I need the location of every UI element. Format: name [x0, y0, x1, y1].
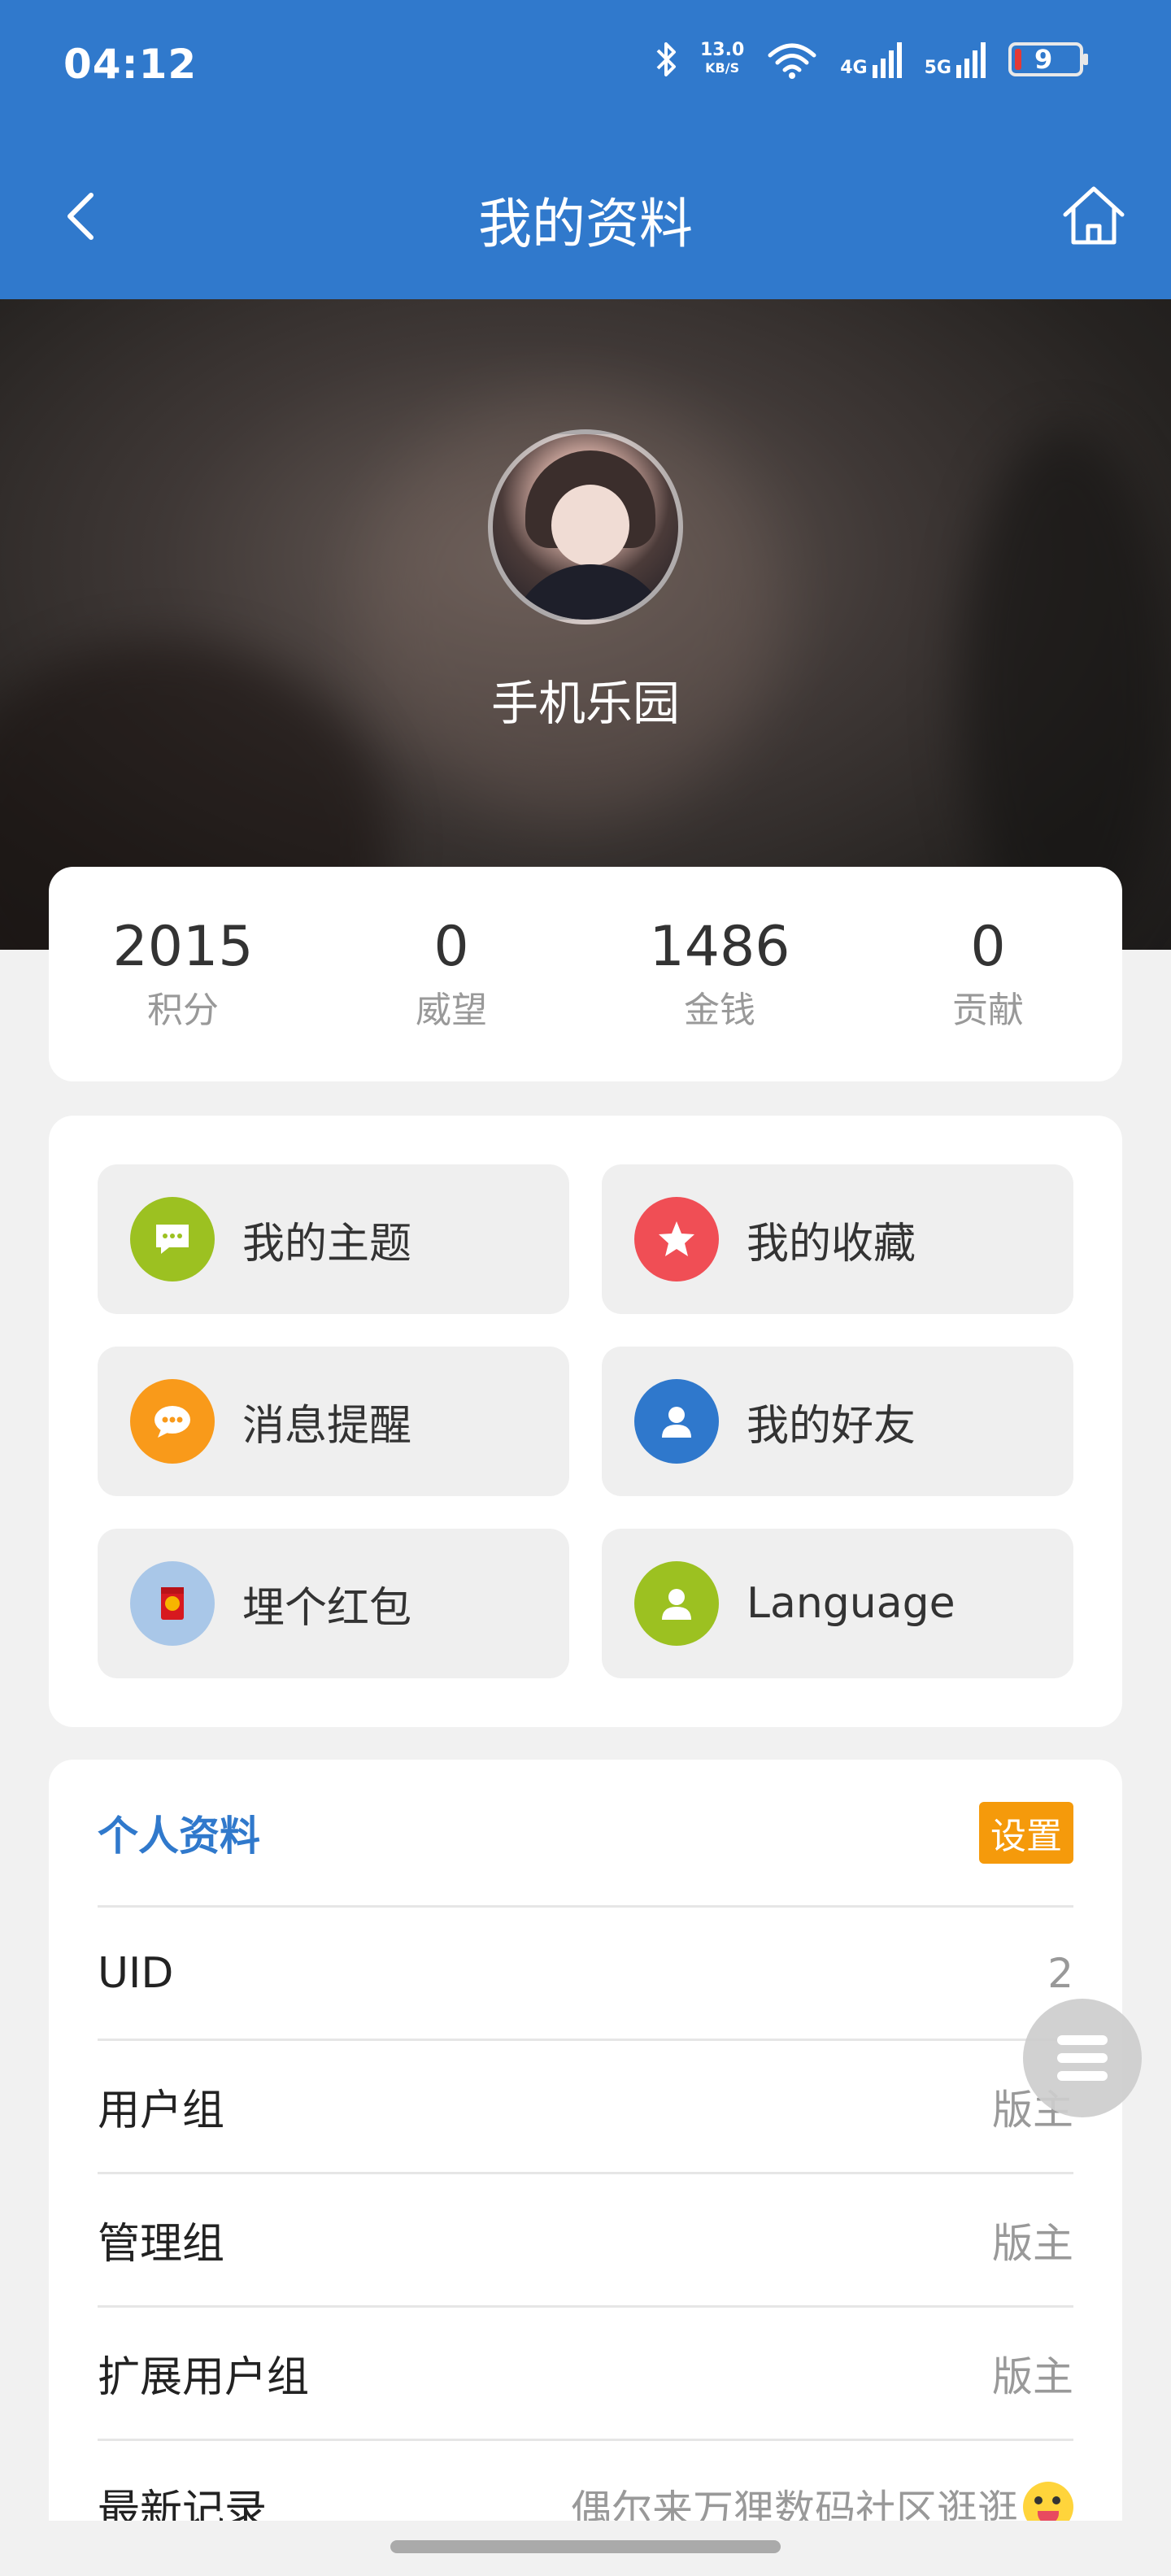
- nav-bar: 我的资料: [0, 163, 1171, 268]
- stat-prestige: 0 威望: [317, 916, 586, 1033]
- avatar[interactable]: [488, 429, 683, 624]
- info-row-extended-group: 扩展用户组 版主: [98, 2308, 1073, 2441]
- stats-card: 2015 积分 0 威望 1486 金钱 0 贡献: [49, 867, 1122, 1081]
- home-indicator[interactable]: [390, 2540, 781, 2553]
- avatar-body: [509, 564, 672, 620]
- info-key: 管理组: [98, 2220, 225, 2269]
- signal-4g: 4G: [840, 41, 903, 78]
- user-icon: [634, 1561, 719, 1646]
- signal-bars-icon: [956, 42, 986, 78]
- net-speed-value: 13.0: [699, 40, 745, 60]
- username: 手机乐园: [490, 676, 680, 731]
- signal-bars-icon: [872, 42, 902, 78]
- stat-points: 2015 积分: [49, 916, 317, 1033]
- status-time: 04:12: [63, 41, 198, 88]
- stat-contribution: 0 贡献: [854, 916, 1122, 1033]
- stat-label: 贡献: [952, 990, 1024, 1031]
- menu-label: 消息提醒: [242, 1401, 412, 1451]
- stat-value: 2015: [112, 915, 254, 979]
- battery-fill: [1015, 49, 1021, 70]
- menu-line: [1057, 2053, 1108, 2063]
- star-icon: [634, 1197, 719, 1281]
- app-bar: 04:12 13.0 KB/S 4G 5G 9 我的资料: [0, 0, 1171, 299]
- personal-info-card: 个人资料 设置 UID 2 用户组 版主 管理组 版主 扩展用户组 版主 最新记…: [49, 1760, 1122, 2576]
- info-key: 用户组: [98, 2086, 225, 2135]
- menu-my-favorites[interactable]: 我的收藏: [602, 1164, 1073, 1314]
- info-value: 版主: [992, 2219, 1073, 2267]
- menu-language[interactable]: Language: [602, 1529, 1073, 1678]
- menu-line: [1057, 2071, 1108, 2081]
- signal-5g: 5G: [925, 41, 987, 78]
- menu-label: Language: [747, 1579, 956, 1628]
- user-icon: [634, 1379, 719, 1464]
- menu-label: 埋个红包: [242, 1583, 412, 1633]
- stat-label: 威望: [416, 990, 487, 1031]
- floating-menu-button[interactable]: [1023, 1999, 1142, 2117]
- stat-value: 0: [433, 915, 469, 979]
- info-key: 扩展用户组: [98, 2353, 310, 2402]
- menu-line: [1057, 2035, 1108, 2045]
- wifi-icon: [768, 43, 816, 79]
- home-icon[interactable]: [1057, 179, 1130, 252]
- settings-button[interactable]: 设置: [979, 1801, 1073, 1864]
- menu-notifications[interactable]: 消息提醒: [98, 1347, 569, 1496]
- stat-label: 金钱: [684, 990, 755, 1031]
- menu-my-friends[interactable]: 我的好友: [602, 1347, 1073, 1496]
- chat-bubble-icon: [130, 1379, 215, 1464]
- net-speed-unit: KB/S: [705, 60, 740, 76]
- net-4g-label: 4G: [840, 58, 868, 78]
- net-5g-label: 5G: [924, 58, 951, 78]
- menu-my-threads[interactable]: 我的主题: [98, 1164, 569, 1314]
- red-envelope-icon: [130, 1561, 215, 1646]
- info-row-user-group: 用户组 版主: [98, 2041, 1073, 2174]
- menu-label: 我的收藏: [747, 1219, 916, 1268]
- stat-label: 积分: [147, 990, 219, 1031]
- profile-hero-background: 手机乐园: [0, 299, 1171, 950]
- status-icons: 13.0 KB/S 4G 5G 9: [655, 39, 1088, 80]
- info-key: UID: [98, 1948, 174, 1998]
- avatar-face: [551, 485, 629, 566]
- info-value: 版主: [992, 2352, 1073, 2400]
- status-bar: 04:12 13.0 KB/S 4G 5G 9: [0, 0, 1171, 130]
- stat-value: 0: [970, 915, 1006, 979]
- bluetooth-icon: [656, 42, 676, 76]
- net-speed: 13.0 KB/S: [700, 41, 744, 77]
- stat-value: 1486: [649, 915, 790, 979]
- battery-level: 9: [1034, 44, 1053, 75]
- quick-menu: 我的主题 我的收藏 消息提醒 我的好友 埋个红包 Language: [49, 1116, 1122, 1727]
- info-value: 2: [1047, 1949, 1073, 1997]
- battery-icon: 9: [1008, 42, 1088, 76]
- menu-red-envelope[interactable]: 埋个红包: [98, 1529, 569, 1678]
- message-icon: [130, 1197, 215, 1281]
- menu-label: 我的主题: [242, 1219, 412, 1268]
- personal-info-header: 个人资料 设置: [98, 1760, 1073, 1908]
- menu-label: 我的好友: [747, 1401, 916, 1451]
- info-row-admin-group: 管理组 版主: [98, 2174, 1073, 2308]
- stat-money: 1486 金钱: [586, 916, 854, 1033]
- info-row-uid: UID 2: [98, 1908, 1073, 2041]
- section-title: 个人资料: [98, 1812, 260, 1860]
- page-title: 我的资料: [478, 193, 693, 255]
